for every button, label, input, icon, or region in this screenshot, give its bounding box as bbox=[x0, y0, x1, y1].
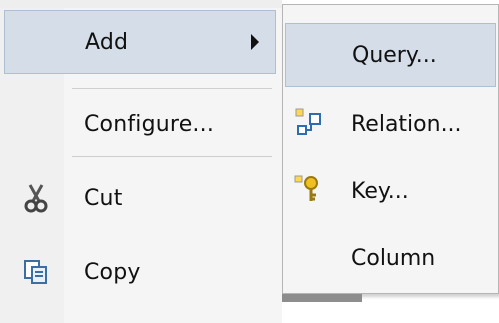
menu-item-copy[interactable]: Copy bbox=[4, 240, 276, 304]
submenu-item-key[interactable]: Key... bbox=[285, 160, 496, 224]
submenu-item-key-label: Key... bbox=[351, 179, 409, 204]
submenu-item-column-label: Column bbox=[351, 246, 436, 271]
context-menu: Add Configure... Cut Copy bbox=[0, 0, 282, 323]
relation-icon bbox=[293, 107, 323, 137]
key-icon bbox=[293, 174, 323, 204]
submenu-arrow-icon bbox=[251, 34, 259, 50]
add-submenu: Query... Relation... Key... Column bbox=[282, 4, 499, 294]
submenu-item-relation-label: Relation... bbox=[351, 112, 462, 137]
copy-icon bbox=[22, 258, 50, 286]
menu-item-cut[interactable]: Cut bbox=[4, 166, 276, 230]
menu-item-configure-label: Configure... bbox=[84, 111, 215, 137]
menu-item-cut-label: Cut bbox=[84, 185, 123, 211]
menu-separator bbox=[72, 156, 272, 157]
menu-item-copy-label: Copy bbox=[84, 259, 141, 285]
submenu-item-column[interactable]: Column bbox=[285, 227, 496, 291]
menu-item-configure[interactable]: Configure... bbox=[4, 92, 276, 156]
submenu-item-query-label: Query... bbox=[352, 43, 437, 68]
menu-item-add[interactable]: Add bbox=[4, 10, 276, 74]
menu-shadow bbox=[282, 294, 362, 302]
submenu-item-relation[interactable]: Relation... bbox=[285, 93, 496, 157]
scissors-icon bbox=[22, 184, 50, 213]
menu-separator bbox=[72, 88, 272, 89]
submenu-item-query[interactable]: Query... bbox=[285, 23, 496, 87]
menu-item-add-label: Add bbox=[85, 29, 129, 55]
